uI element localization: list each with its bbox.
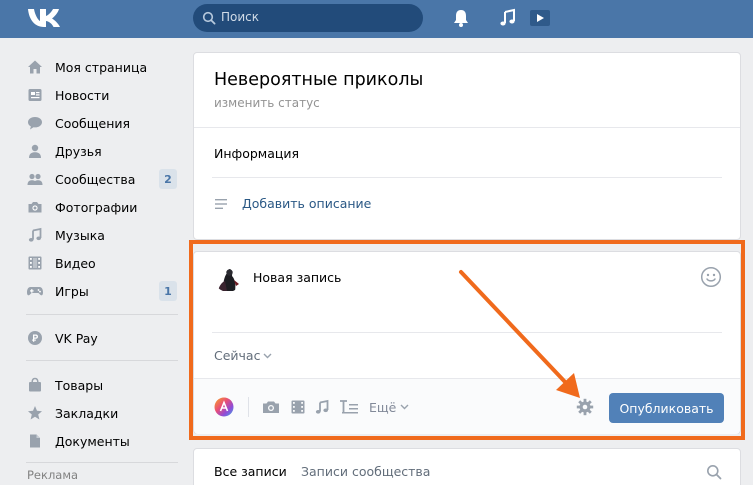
publish-time-selector[interactable]: Сейчас: [214, 348, 272, 363]
sidebar-item-games[interactable]: Игры 1: [26, 279, 180, 303]
sidebar-item-bookmarks[interactable]: Закладки: [26, 401, 180, 425]
news-icon: [26, 86, 44, 104]
audio-icon[interactable]: [312, 397, 332, 417]
sidebar-item-label: Новости: [55, 87, 110, 103]
communities-icon: [26, 170, 44, 188]
add-description-label: Добавить описание: [242, 196, 372, 211]
sidebar-item-label: Друзья: [55, 143, 102, 159]
emoji-icon[interactable]: [700, 266, 722, 288]
article-icon[interactable]: [339, 397, 359, 417]
publish-button[interactable]: Опубликовать: [609, 393, 724, 423]
publish-time-label: Сейчас: [214, 348, 261, 363]
avatar[interactable]: [214, 264, 242, 292]
friends-icon: [26, 142, 44, 160]
sidebar-item-label: Музыка: [55, 227, 105, 243]
games-count-badge: 1: [159, 281, 177, 301]
sidebar-item-label: Закладки: [55, 405, 119, 421]
sidebar-item-communities[interactable]: Сообщества 2: [26, 167, 180, 191]
sidebar-divider: [26, 314, 178, 315]
tab-all-posts[interactable]: Все записи: [214, 464, 287, 479]
chevron-down-icon: [400, 404, 409, 410]
search-icon[interactable]: [706, 464, 722, 480]
sidebar-item-label: Документы: [55, 433, 130, 449]
divider: [212, 177, 722, 178]
sidebar-item-photos[interactable]: Фотографии: [26, 195, 180, 219]
sidebar-item-label: Фотографии: [55, 199, 138, 215]
ads-label[interactable]: Реклама: [27, 468, 78, 482]
photos-icon: [26, 198, 44, 216]
sidebar-divider: [26, 462, 178, 463]
sidebar-item-label: Моя страница: [55, 59, 148, 75]
messages-icon: [26, 114, 44, 132]
more-attachments-button[interactable]: Ещё: [369, 397, 409, 417]
divider: [212, 332, 722, 333]
sidebar-item-documents[interactable]: Документы: [26, 429, 180, 453]
new-post-input[interactable]: Новая запись: [253, 270, 341, 285]
communities-count-badge: 2: [159, 169, 177, 189]
sidebar-item-vk-pay[interactable]: VK Pay: [26, 326, 180, 350]
games-icon: [26, 282, 44, 300]
search-icon: [202, 11, 216, 25]
top-header: Поиск: [0, 0, 753, 38]
home-icon: [26, 58, 44, 76]
search-bar[interactable]: Поиск: [193, 4, 423, 32]
change-status-link[interactable]: изменить статус: [214, 96, 320, 110]
sidebar-item-label: VK Pay: [55, 330, 98, 346]
more-label: Ещё: [369, 399, 397, 415]
wall-tabs-card: Все записи Записи сообщества: [193, 448, 741, 485]
market-icon: [26, 376, 44, 394]
vk-logo-icon[interactable]: [26, 6, 62, 30]
sidebar-item-messages[interactable]: Сообщения: [26, 111, 180, 135]
bookmarks-icon: [26, 404, 44, 422]
sidebar-item-label: Сообщества: [55, 171, 136, 187]
sidebar-item-music[interactable]: Музыка: [26, 223, 180, 247]
video-icon: [26, 254, 44, 272]
sidebar-divider: [26, 360, 178, 361]
new-post-card: Новая запись Сейчас Ещё Опубликовать: [193, 251, 741, 434]
documents-icon: [26, 432, 44, 450]
left-sidebar: Моя страница Новости Сообщения Друзья Со…: [0, 38, 180, 485]
chevron-down-icon: [263, 353, 272, 358]
music-icon: [26, 226, 44, 244]
search-input[interactable]: Поиск: [221, 10, 259, 24]
gear-icon[interactable]: [575, 397, 595, 417]
play-icon[interactable]: [528, 6, 552, 30]
add-description-link[interactable]: Добавить описание: [214, 196, 371, 211]
post-toolbar: Ещё Опубликовать: [194, 378, 740, 434]
page-title: Невероятные приколы: [214, 70, 424, 90]
vkpay-icon: [26, 329, 44, 347]
sidebar-item-label: Товары: [55, 377, 104, 393]
divider: [194, 127, 740, 128]
sidebar-item-friends[interactable]: Друзья: [26, 139, 180, 163]
toolbar-divider: [248, 397, 249, 417]
sidebar-item-news[interactable]: Новости: [26, 83, 180, 107]
camera-icon[interactable]: [261, 397, 281, 417]
lines-icon: [215, 198, 227, 209]
sidebar-item-my-page[interactable]: Моя страница: [26, 55, 180, 79]
tab-community-posts[interactable]: Записи сообщества: [301, 464, 430, 479]
sidebar-item-label: Видео: [55, 255, 96, 271]
sidebar-item-video[interactable]: Видео: [26, 251, 180, 275]
video-icon[interactable]: [288, 397, 308, 417]
sidebar-item-label: Игры: [55, 283, 89, 299]
sidebar-item-label: Сообщения: [55, 115, 131, 131]
music-icon[interactable]: [496, 6, 520, 30]
text-color-icon[interactable]: [214, 397, 234, 417]
profile-card: Невероятные приколы изменить статус Инфо…: [193, 52, 741, 240]
info-heading: Информация: [214, 146, 300, 161]
sidebar-item-market[interactable]: Товары: [26, 373, 180, 397]
bell-icon[interactable]: [449, 6, 473, 30]
